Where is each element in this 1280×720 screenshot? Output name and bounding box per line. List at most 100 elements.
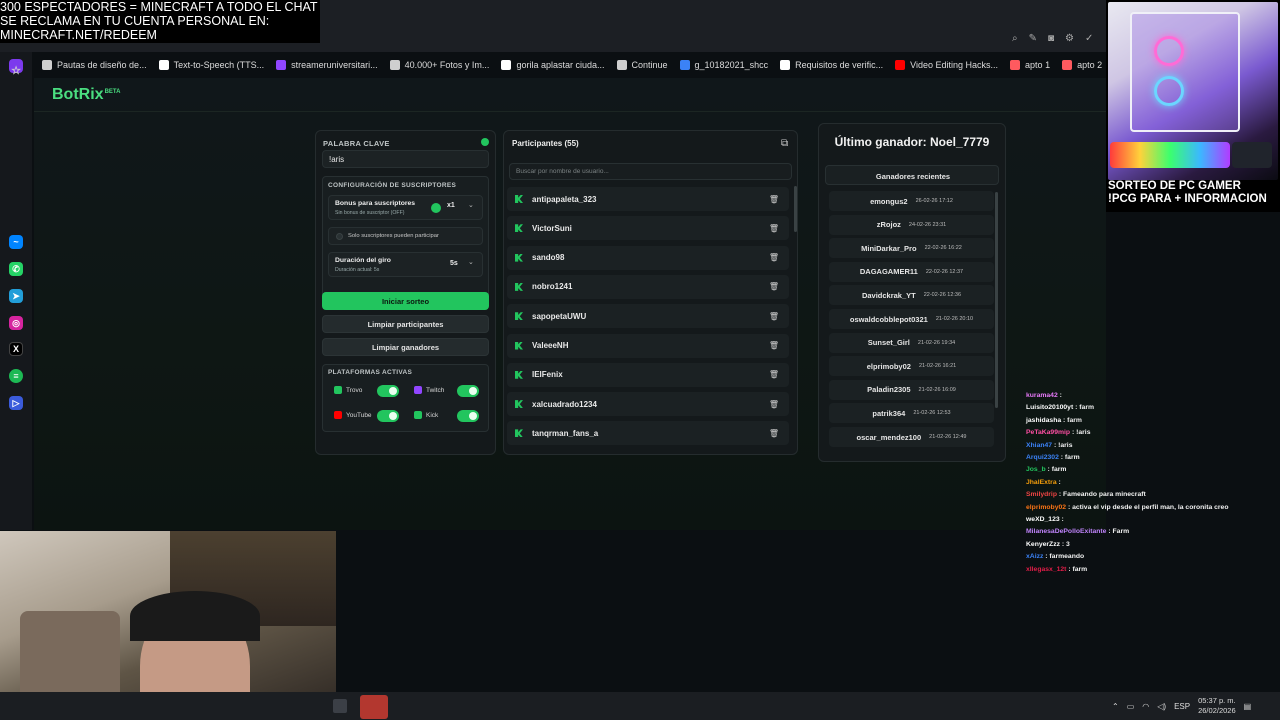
bookmark-item[interactable]: Text-to-Speech (TTS... [153, 60, 271, 70]
spin-duration-select[interactable]: 5s [450, 260, 458, 267]
messenger-icon[interactable]: ~ [9, 235, 23, 249]
language-indicator[interactable]: ESP [1174, 702, 1190, 711]
trash-icon[interactable]: 🗑 [769, 253, 779, 263]
platforms-label: PLATAFORMAS ACTIVAS [328, 369, 413, 376]
winners-scrollbar[interactable] [995, 192, 998, 408]
settings-icon[interactable]: ⚙ [1065, 33, 1074, 44]
trash-icon[interactable]: 🗑 [769, 282, 779, 292]
participants-title: Participantes (55) [512, 139, 579, 148]
winner-date: 22-02-26 16:22 [924, 245, 962, 252]
clear-winners-button[interactable]: Limpiar ganadores [322, 338, 489, 356]
participant-row: lElFenix 🗑 [507, 362, 789, 387]
clear-participants-button[interactable]: Limpiar participantes [322, 315, 489, 333]
spotify-icon[interactable]: ≡ [9, 369, 23, 383]
x-icon [780, 60, 791, 70]
clock[interactable]: 05:37 p. m. 26/02/2026 [1198, 696, 1236, 716]
platform-youtube: YouTube [334, 411, 372, 419]
bookmark-item[interactable]: Video Editing Hacks... [889, 60, 1004, 70]
zoom-icon[interactable]: ⌕ [1012, 33, 1018, 44]
taskbar-app-icon[interactable] [333, 699, 347, 713]
battery-icon[interactable]: ▭ [1127, 702, 1135, 711]
chat-username: jashidasha [1026, 416, 1062, 424]
chat-message: KenyerZzz : 3 [1026, 539, 1280, 551]
participant-row: sapopetaUWU 🗑 [507, 304, 789, 329]
kick-toggle[interactable] [457, 410, 479, 422]
instagram-icon[interactable]: ◎ [9, 316, 23, 330]
bookmark-item[interactable]: 40.000+ Fotos y Im... [384, 60, 496, 70]
copy-icon[interactable]: ⧉ [781, 138, 788, 149]
whatsapp-icon[interactable]: ✆ [9, 262, 23, 276]
bookmark-item[interactable]: g_10182021_shcc [674, 60, 775, 70]
star-icon[interactable]: ☆ [9, 63, 23, 77]
bookmark-label: Requisitos de verific... [795, 60, 884, 70]
telegram-icon[interactable]: ➤ [9, 289, 23, 303]
botrix-logo[interactable]: BotRixBETA [52, 86, 120, 104]
participants-scrollbar[interactable] [794, 186, 797, 232]
chat-text: : [1061, 516, 1064, 524]
trash-icon[interactable]: 🗑 [769, 194, 779, 204]
shield-icon[interactable]: ✓ [1085, 33, 1093, 44]
trash-icon[interactable]: 🗑 [769, 223, 779, 233]
chat-username: Xhian47 [1026, 441, 1053, 449]
subs-only-toggle-row[interactable]: Solo suscriptores pueden participar [328, 227, 483, 245]
twitch-toggle[interactable] [457, 385, 479, 397]
chat-message: Xhian47 : !aris [1026, 440, 1280, 452]
youtube-toggle[interactable] [377, 410, 399, 422]
start-raffle-button[interactable]: Iniciar sorteo [322, 292, 489, 310]
winner-row: oscar_mendez100 21-02-26 12:49 [829, 427, 994, 447]
volume-icon[interactable]: ◁) [1157, 702, 1166, 711]
bookmark-item[interactable]: streameruniversitari... [270, 60, 384, 70]
winner-name: emongus2 [870, 196, 908, 206]
trash-icon[interactable]: 🗑 [769, 428, 779, 438]
winner-row: DAGAGAMER11 22-02-26 12:37 [829, 261, 994, 282]
kick-icon [515, 195, 523, 203]
bookmark-item[interactable]: Requisitos de verific... [774, 60, 889, 70]
bonus-multiplier-select[interactable]: x1 [447, 202, 455, 209]
kick-icon [515, 429, 523, 438]
chat-text: : !aris [1053, 441, 1073, 449]
bookmark-item[interactable]: apto 1 [1004, 60, 1056, 70]
winner-row: emongus2 26-02-26 17:12 [829, 191, 994, 211]
chat-username: Jos_b [1026, 466, 1046, 474]
participant-search-input[interactable]: Buscar por nombre de usuario... [509, 163, 792, 180]
participant-row: antipapaleta_323 🗑 [507, 187, 789, 211]
bonus-info-icon[interactable] [431, 203, 441, 213]
trash-icon[interactable]: 🗑 [769, 341, 779, 351]
platform-kick: Kick [414, 411, 438, 419]
bookmark-item[interactable]: gorila aplastar ciuda... [495, 60, 610, 70]
trovo-toggle[interactable] [377, 385, 399, 397]
camera-icon[interactable]: ◙ [1048, 33, 1054, 44]
chat-text: : farm [1063, 416, 1082, 424]
subs-only-checkbox[interactable] [336, 233, 343, 240]
winner-date: 22-02-26 12:36 [923, 292, 962, 299]
obs-taskbar-icon[interactable] [360, 695, 388, 719]
winner-row: elprimoby02 21-02-26 16:21 [829, 356, 994, 377]
trash-icon[interactable]: 🗑 [769, 399, 779, 409]
info-icon[interactable] [481, 138, 489, 146]
play-icon[interactable]: ▷ [9, 396, 23, 410]
edit-icon[interactable]: ✎ [1029, 33, 1037, 44]
kick-icon [515, 282, 523, 291]
trash-icon[interactable]: 🗑 [769, 311, 779, 321]
winner-row: Davidckrak_YT 22-02-26 12:36 [829, 285, 994, 306]
winner-date: 21-02-26 12:53 [913, 410, 951, 417]
wifi-icon[interactable]: ◠ [1142, 702, 1149, 711]
youtube-icon [895, 60, 906, 70]
notification-icon[interactable]: ▤ [1244, 702, 1252, 711]
chat-message: Jos_b : farm [1026, 464, 1280, 476]
airbnb-icon [1062, 60, 1073, 70]
winner-date: 22-02-26 12:37 [925, 268, 964, 275]
kick-icon [414, 411, 422, 419]
bookmark-item[interactable]: Pautas de diseño de... [36, 60, 153, 70]
kick-icon [515, 370, 523, 379]
bookmark-item[interactable]: Continue [611, 60, 674, 70]
bookmark-label: Pautas de diseño de... [57, 60, 147, 70]
chevron-down-icon: ⌄ [468, 259, 474, 266]
winner-row: oswaldcobblepot0321 21-02-26 20:10 [829, 309, 994, 329]
keyword-input[interactable]: !aris [322, 150, 489, 168]
x-icon[interactable]: X [9, 342, 23, 356]
chevron-up-icon[interactable]: ⌃ [1112, 702, 1119, 711]
trash-icon[interactable]: 🗑 [769, 370, 779, 380]
bookmark-item[interactable]: apto 2 [1056, 60, 1106, 70]
chat-text: : [1059, 392, 1062, 399]
